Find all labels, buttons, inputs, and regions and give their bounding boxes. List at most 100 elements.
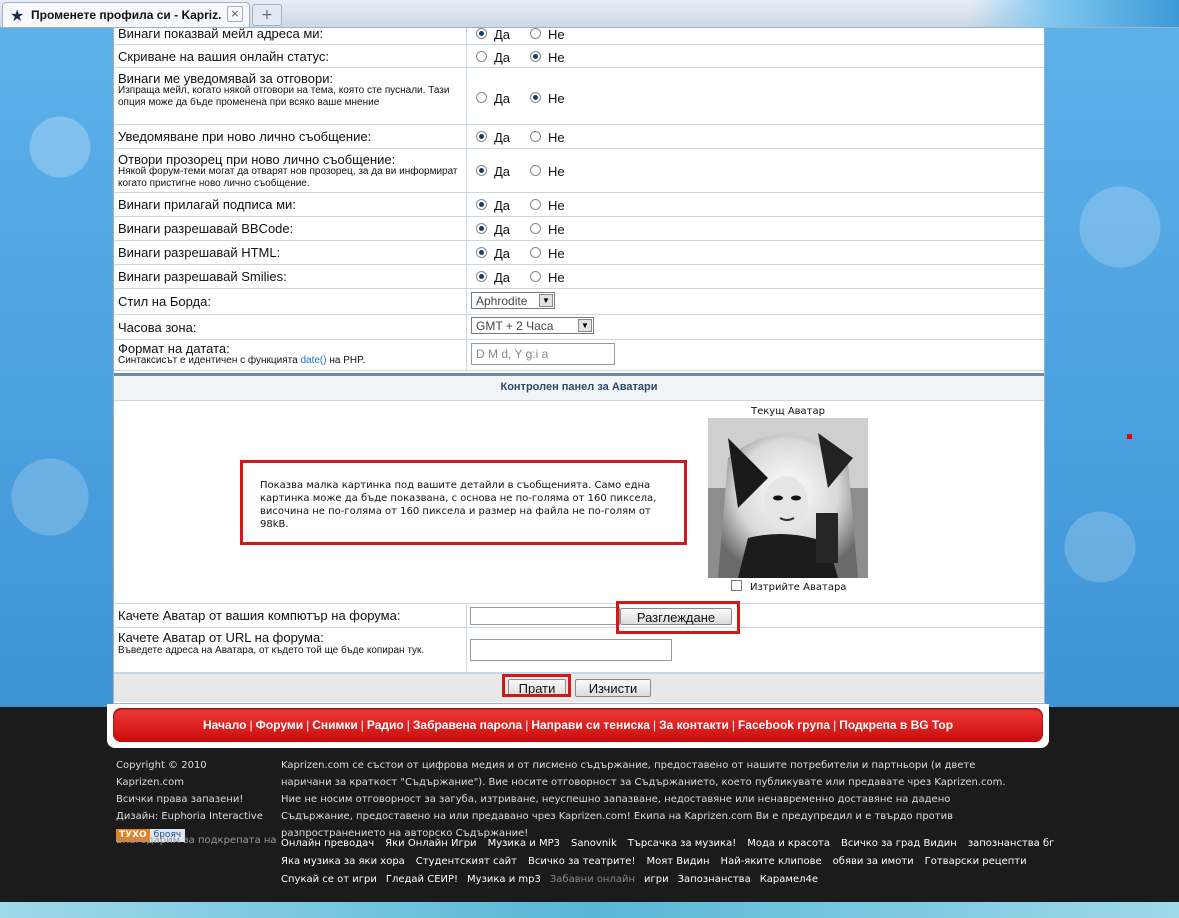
browser-tab-bar: ★ Променете профила си - Kapriz... × + (0, 0, 1179, 28)
footer-link[interactable]: Всичко за театрите! (528, 856, 636, 867)
footer-link[interactable]: Всичко за град Видин (841, 838, 957, 849)
radio-yes[interactable] (476, 247, 487, 258)
timezone-value: GMT + 2 Часа (476, 319, 554, 333)
footer-link[interactable]: Забавни онлайн (550, 874, 635, 885)
footer-link[interactable]: обяви за имоти (833, 856, 914, 867)
footer-link[interactable]: Търсачка за музика! (628, 838, 736, 849)
nav-separator: | (406, 718, 410, 732)
avatar-image (708, 418, 868, 578)
pref-label: Винаги разрешавай BBCode: (118, 221, 294, 236)
footer-link[interactable]: Sanovnik (571, 838, 617, 849)
date-format-sublabel: Синтаксисът е идентичен с функцията date… (118, 355, 366, 366)
tab-bar-decoration (969, 0, 1179, 27)
nav-link[interactable]: Направи си тениска (531, 718, 650, 732)
footer-link[interactable]: запознанства бг (968, 838, 1055, 849)
new-tab-button[interactable]: + (252, 4, 282, 26)
avatar-file-input[interactable] (470, 607, 620, 625)
avatar-upload-label: Качете Аватар от вашия компютър на форум… (118, 608, 401, 623)
timezone-select[interactable]: GMT + 2 Часа ▼ (471, 317, 594, 334)
footer-link[interactable]: Музика и mp3 (467, 874, 541, 885)
nav-separator: | (731, 718, 735, 732)
nav-link[interactable]: Начало (203, 718, 246, 732)
nav-link[interactable]: Снимки (312, 718, 358, 732)
php-date-link[interactable]: date() (300, 355, 326, 366)
chevron-down-icon: ▼ (578, 319, 592, 332)
footer-links-row-1: Онлайн преводач Яки Онлайн Игри Музика и M… (281, 835, 1065, 849)
avatar-url-input[interactable] (470, 639, 672, 661)
pref-row-show-email: Винаги показвай мейл адреса ми: Да Не (114, 26, 1044, 45)
copyright-text: Copyright © 2010 Kaprizen.com (116, 760, 207, 788)
footer-link[interactable]: Гледай СЕИР! (386, 874, 458, 885)
radio-no-label: Не (548, 198, 565, 213)
footer-link[interactable]: Запознанства (678, 874, 751, 885)
rights-text: Всички права запазени! (116, 794, 244, 805)
radio-no[interactable] (530, 131, 541, 142)
footer-link[interactable]: Музика и MP3 (488, 838, 560, 849)
board-style-select[interactable]: Aphrodite ▼ (471, 292, 555, 309)
nav-link[interactable]: Забравена парола (413, 718, 522, 732)
footer-link[interactable]: Мода и красота (747, 838, 830, 849)
pref-row-smilies: Винаги разрешавай Smilies: Да Не (114, 265, 1044, 289)
board-style-value: Aphrodite (476, 294, 528, 308)
footer-link[interactable]: Онлайн преводач (281, 838, 374, 849)
nav-link[interactable]: Facebook група (738, 718, 830, 732)
bottom-decoration (0, 902, 1179, 918)
close-icon[interactable]: × (227, 6, 243, 22)
chevron-down-icon: ▼ (539, 294, 553, 307)
radio-yes[interactable] (476, 92, 487, 103)
footer-link[interactable]: Яки Онлайн Игри (385, 838, 476, 849)
radio-yes-label: Да (494, 27, 511, 42)
footer-link[interactable]: Карамел4е (760, 874, 818, 885)
date-format-input[interactable]: D M d, Y g:i a (471, 343, 615, 365)
radio-no-label: Не (548, 27, 565, 42)
nav-separator: | (652, 718, 657, 732)
radio-no[interactable] (530, 165, 541, 176)
radio-no-label: Не (548, 270, 565, 285)
radio-no[interactable] (530, 28, 541, 39)
radio-no[interactable] (530, 51, 541, 62)
radio-yes[interactable] (476, 28, 487, 39)
avatar-url-row: Качете Аватар от URL на форума: Въведете… (114, 628, 1044, 673)
footer-link[interactable]: Студентският сайт (416, 856, 517, 867)
pref-label: Винаги ме уведомявай за отговори: (118, 71, 334, 86)
footer-link[interactable]: игри (644, 874, 669, 885)
pref-label: Скриване на вашия онлайн статус: (118, 49, 330, 64)
radio-yes[interactable] (476, 51, 487, 62)
pref-row-html: Винаги разрешавай HTML: Да Не (114, 241, 1044, 265)
radio-no[interactable] (530, 247, 541, 258)
nav-link[interactable]: За контакти (659, 718, 729, 732)
footer-link[interactable]: Най-яките клипове (721, 856, 822, 867)
nav-link[interactable]: Форуми (256, 718, 304, 732)
radio-no[interactable] (530, 199, 541, 210)
footer-legal: Kaprizen.com се състои от цифрова медия … (281, 760, 1006, 839)
footer-link[interactable]: Яка музика за яки хора (281, 856, 405, 867)
footer-link[interactable]: Спукай се от игри (281, 874, 377, 885)
pref-label: Винаги прилагай подписа ми: (118, 197, 296, 212)
pref-label: Уведомяване при ново лично съобщение: (118, 129, 372, 144)
radio-yes[interactable] (476, 223, 487, 234)
nav-wrapper: Начало | Форуми | Снимки | Радио | Забравена пар… (107, 704, 1049, 748)
nav-separator: | (833, 718, 837, 732)
radio-yes-label: Да (494, 222, 511, 237)
nav-link[interactable]: Подкрепа в BG Top (839, 718, 953, 732)
reset-button[interactable]: Изчисти (575, 679, 651, 697)
radio-no[interactable] (530, 271, 541, 282)
radio-yes[interactable] (476, 199, 487, 210)
radio-no[interactable] (530, 92, 541, 103)
radio-yes[interactable] (476, 271, 487, 282)
footer-link[interactable]: Моят Видин (646, 856, 709, 867)
browser-tab[interactable]: ★ Променете профила си - Kapriz... × (2, 2, 250, 27)
avatar-url-label: Качете Аватар от URL на форума: (118, 630, 324, 645)
radio-yes[interactable] (476, 165, 487, 176)
radio-yes-label: Да (494, 130, 511, 145)
radio-yes[interactable] (476, 131, 487, 142)
nav-link[interactable]: Радио (367, 718, 404, 732)
radio-no-label: Не (548, 164, 565, 179)
footer-links-row-3: Спукай се от игри Гледай СЕИР! Музика и mp… (281, 871, 827, 885)
radio-no[interactable] (530, 223, 541, 234)
footer-link[interactable]: Готварски рецепти (925, 856, 1027, 867)
radio-yes-label: Да (494, 164, 511, 179)
date-format-row: Формат на датата: Синтаксисът е идентиче… (114, 340, 1044, 371)
delete-avatar-checkbox[interactable] (731, 580, 742, 591)
radio-yes-label: Да (494, 50, 511, 65)
